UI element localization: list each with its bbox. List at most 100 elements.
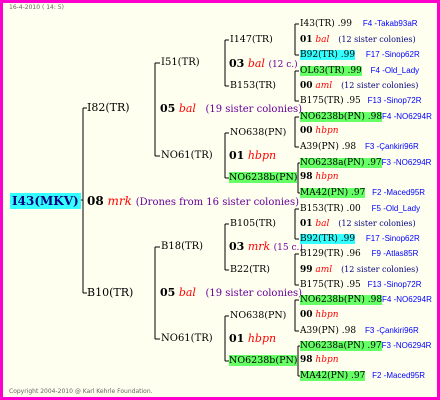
g4-17-queen: B175(TR) .95 [300,280,361,290]
g4-row-2: B92(TR) .99 F17 -Sinop62R [300,49,420,61]
g1-top-drone-info: 05 bal (19 sister colonies) [160,102,302,116]
g2-0-year: 03 [229,57,245,70]
g4-row-14: B92(TR) .99 F17 -Sinop62R [300,233,420,245]
g4-15-line: F9 -Atlas85R [371,249,419,258]
g1-top-label: I82(TR) [87,101,130,114]
g4-5-queen: B175(TR) .95 [300,96,361,106]
g1-bottom-year: 05 [160,286,176,299]
g4-3-line: F4 -Old_Lady [370,66,420,75]
g4-row-16: 99 aml (12 sister colonies) [300,264,418,276]
g2-1-breed: hbpn [247,149,277,162]
g3-4-label: B105(TR) [230,218,277,229]
g4-11-line: F2 -Maced95R [372,188,426,197]
copyright-footer: Copyright 2004-2010 @ Karl Kehrle Founda… [9,388,153,395]
g4-8-queen: A39(PN) .98 [300,142,357,152]
root-drone-info: 08 mrk (Drones from 16 sister colonies) [87,194,299,210]
g4-6-line: F4 -NO6294R [382,112,432,121]
g2-0-note: (12 c.) [268,60,298,70]
g2-0-drone-info: 03 bal (12 c.) [229,57,298,72]
g2-0-breed: bal [247,57,265,70]
g3-7-label: NO6238b(PN) [229,355,298,366]
g4-14-line: F17 -Sinop62R [365,234,420,243]
g4-16-note: (12 sister colonies) [341,265,419,274]
g4-row-19: 00 hbpn [300,310,339,321]
g4-row-3: OL63(TR) .99 F4 -Old_Lady [300,65,419,77]
g4-row-22: 98 hbpn [300,355,339,366]
g3-2-label: NO638(PN) [230,127,287,138]
root-queen-label: I43(MKV) [10,193,81,209]
g4-21-line: F3 -NO6294R [381,341,432,350]
g4-17-line: F13 -Sinop72R [367,280,422,289]
g4-row-0: I43(TR) .99 F4 -Takab93aR [300,18,418,30]
g4-13-breed: bal [315,219,330,229]
root-note: (Drones from 16 sister colonies) [135,197,299,208]
g2-2-drone-info: 03 mrk (15 c.) [229,240,303,255]
g4-row-6: NO6238b(PN) .98F4 -NO6294R [300,111,432,123]
g4-7-year: 00 [300,126,313,136]
g4-2-line: F17 -Sinop62R [365,50,420,59]
g1-top-year: 05 [160,102,176,115]
g4-1-breed: bal [315,35,330,45]
g4-2-queen: B92(TR) .99 [300,50,356,60]
g4-9-queen: NO6238a(PN) .97 [300,158,382,168]
g1-top-note: (19 sister colonies) [205,104,303,115]
g4-16-year: 99 [300,265,313,275]
g1-bottom-note: (19 sister colonies) [205,288,303,299]
g4-6-queen: NO6238b(PN) .98 [300,112,383,122]
g1-bottom-breed: bal [178,286,196,299]
g4-1-year: 01 [300,35,313,45]
g4-13-year: 01 [300,219,313,229]
g4-row-11: MA42(PN) .97 F2 -Maced95R [300,187,425,199]
root-year: 08 [87,194,104,208]
g4-15-queen: B129(TR) .96 [300,249,361,259]
g4-20-queen: A39(PN) .98 [300,326,357,336]
g2-2-note: (15 c.) [273,243,303,253]
g1-bottom-label: B10(TR) [87,286,134,299]
g4-row-17: B175(TR) .95 F13 -Sinop72R [300,279,421,291]
g4-19-year: 00 [300,310,313,320]
g4-row-23: MA42(PN) .97 F2 -Maced95R [300,370,425,382]
g4-18-queen: NO6238b(PN) .98 [300,295,383,305]
g4-0-queen: I43(TR) .99 [300,19,352,29]
g4-row-15: B129(TR) .96 F9 -Atlas85R [300,248,418,260]
g4-row-18: NO6238b(PN) .98F4 -NO6294R [300,294,432,306]
g4-14-queen: B92(TR) .99 [300,234,356,244]
g4-11-queen: MA42(PN) .97 [300,188,366,198]
g3-3-label: NO6238b(PN) [229,172,298,183]
g2-2-breed: mrk [247,240,271,253]
g4-9-line: F3 -NO6294R [381,158,432,167]
g4-21-queen: NO6238a(PN) .97 [300,341,382,351]
g4-0-line: F4 -Takab93aR [362,19,418,28]
g4-row-12: B153(TR) .00 F5 -Old_Lady [300,203,420,215]
g4-23-queen: MA42(PN) .97 [300,371,366,381]
g4-13-note: (12 sister colonies) [338,219,416,228]
pedigree-frame: 16-4-2010 ( 14: 5) I43(MKV) 08 mrk (Dron… [0,0,440,400]
g4-12-line: F5 -Old_Lady [371,204,421,213]
g2-3-label: NO61(TR) [161,333,213,344]
g2-2-label: B18(TR) [161,241,204,252]
g4-row-4: 00 aml (12 sister colonies) [300,80,418,92]
g2-3-drone-info: 01 hbpn [229,332,276,345]
g4-10-breed: hbpn [315,172,339,182]
g4-8-line: F3 -Çankiri96R [364,142,419,151]
g2-0-label: I51(TR) [161,57,200,68]
g4-20-line: F3 -Çankiri96R [364,326,419,335]
g4-row-20: A39(PN) .98 F3 -Çankiri96R [300,325,419,337]
g4-18-line: F4 -NO6294R [382,295,432,304]
g4-row-10: 98 hbpn [300,172,339,183]
g4-4-year: 00 [300,81,313,91]
g2-3-year: 01 [229,332,245,345]
g4-22-breed: hbpn [315,355,339,365]
g4-12-queen: B153(TR) .00 [300,204,361,214]
g2-1-drone-info: 01 hbpn [229,149,276,162]
g4-4-breed: aml [315,81,333,91]
g4-4-note: (12 sister colonies) [341,81,419,90]
g1-bottom-drone-info: 05 bal (19 sister colonies) [160,286,302,300]
g4-1-note: (12 sister colonies) [338,35,416,44]
g4-row-21: NO6238a(PN) .97F3 -NO6294R [300,340,431,352]
g3-0-label: I147(TR) [230,34,273,45]
g4-row-9: NO6238a(PN) .97F3 -NO6294R [300,157,431,169]
g2-1-label: NO61(TR) [161,150,213,161]
g2-3-breed: hbpn [247,332,277,345]
g4-10-year: 98 [300,172,313,182]
